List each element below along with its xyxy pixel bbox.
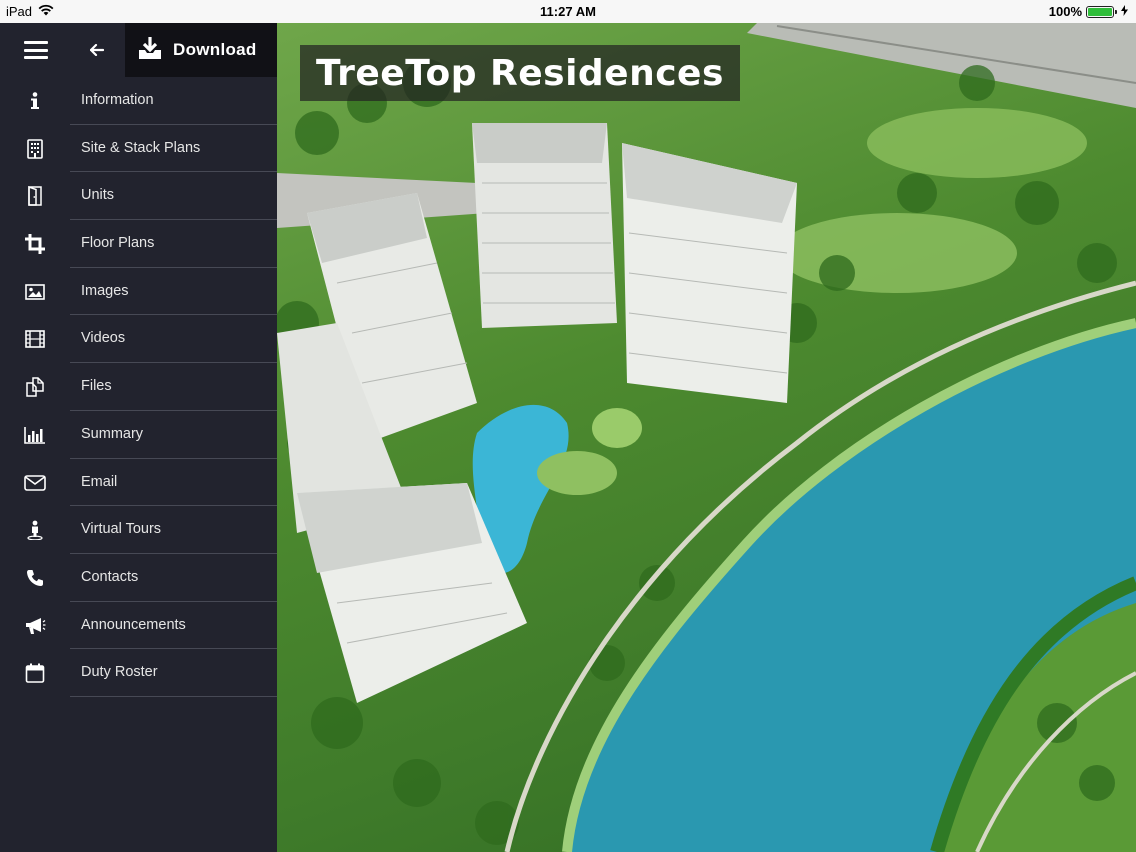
menu-item-email[interactable]: Email <box>0 459 277 507</box>
download-button[interactable]: Download <box>125 23 277 77</box>
image-icon <box>24 281 46 303</box>
menu-item-images[interactable]: Images <box>0 268 277 316</box>
menu-item-label: Units <box>81 187 115 204</box>
menu-item-site-stack-plans[interactable]: Site & Stack Plans <box>0 125 277 173</box>
crop-icon <box>24 233 46 255</box>
menu-item-contacts[interactable]: Contacts <box>0 554 277 602</box>
charging-icon <box>1121 4 1128 19</box>
back-arrow-icon[interactable] <box>86 37 108 63</box>
menu-item-label: Images <box>81 282 129 299</box>
menu-item-label: Videos <box>81 330 126 347</box>
sidebar-header: Download <box>0 23 277 77</box>
door-icon <box>24 185 46 207</box>
status-time: 11:27 AM <box>540 4 596 19</box>
menu-item-label: Duty Roster <box>81 664 158 681</box>
menu-item-label: Email <box>81 473 118 490</box>
menu-item-label: Contacts <box>81 568 139 585</box>
menu-item-files[interactable]: Files <box>0 363 277 411</box>
download-icon <box>137 36 163 65</box>
battery-icon <box>1086 5 1117 18</box>
menu-item-announcements[interactable]: Announcements <box>0 602 277 650</box>
files-icon <box>24 376 46 398</box>
project-title-banner: TreeTop Residences <box>300 45 740 101</box>
menu-item-label: Files <box>81 378 112 395</box>
person-icon <box>24 519 46 541</box>
info-icon <box>24 90 46 112</box>
menu-item-label: Information <box>81 92 154 108</box>
menu-item-label: Virtual Tours <box>81 521 162 538</box>
navigation-menu: Information Site & Stack Plans Units Flo… <box>0 77 277 697</box>
divider <box>70 695 277 697</box>
menu-item-units[interactable]: Units <box>0 172 277 221</box>
battery-percent: 100% <box>1048 4 1082 19</box>
film-icon <box>24 328 46 350</box>
project-title: TreeTop Residences <box>316 52 724 94</box>
hamburger-icon[interactable] <box>24 41 48 59</box>
envelope-icon <box>24 472 46 494</box>
bar-chart-icon <box>24 424 46 446</box>
phone-icon <box>24 567 46 589</box>
building-icon <box>24 138 46 160</box>
menu-item-information[interactable]: Information <box>0 77 277 125</box>
calendar-icon <box>24 662 46 684</box>
menu-item-videos[interactable]: Videos <box>0 315 277 364</box>
status-bar: iPad 11:27 AM 100% <box>0 0 1136 23</box>
menu-item-duty-roster[interactable]: Duty Roster <box>0 649 277 697</box>
menu-item-label: Floor Plans <box>81 235 155 252</box>
menu-item-label: Announcements <box>81 616 186 633</box>
megaphone-icon <box>24 615 46 637</box>
menu-item-summary[interactable]: Summary <box>0 411 277 459</box>
hero-image <box>277 23 1136 852</box>
menu-item-label: Summary <box>81 425 144 442</box>
download-label: Download <box>173 40 257 59</box>
menu-item-floor-plans[interactable]: Floor Plans <box>0 220 277 268</box>
menu-item-virtual-tours[interactable]: Virtual Tours <box>0 506 277 554</box>
menu-item-label: Site & Stack Plans <box>81 139 201 156</box>
sidebar: Download Information Site & Stack Plans … <box>0 23 277 852</box>
